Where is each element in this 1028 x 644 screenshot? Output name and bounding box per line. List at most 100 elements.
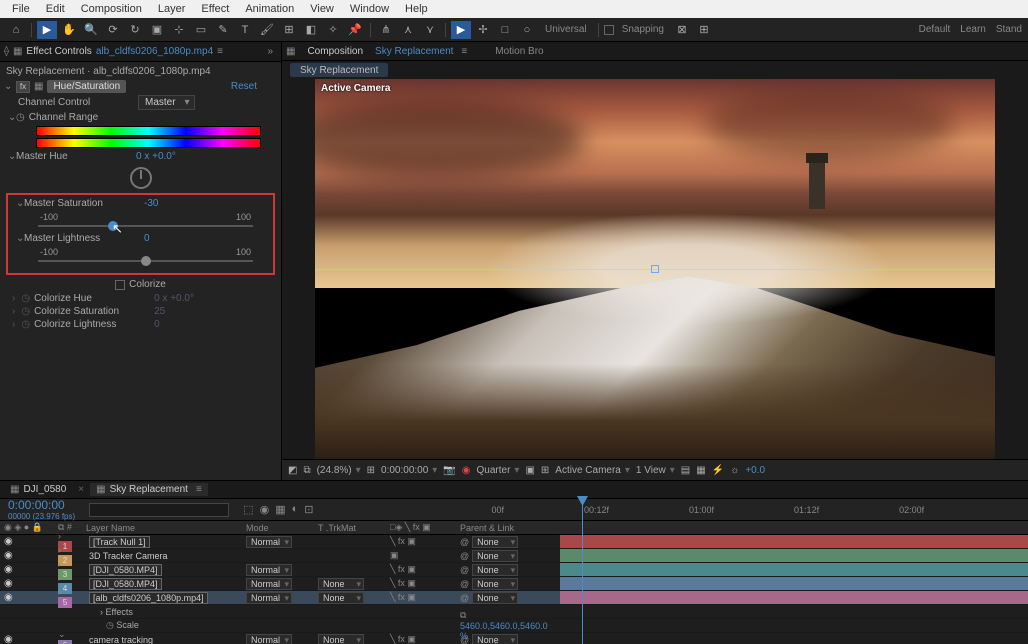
layer-switches[interactable]: ╲ fx ▣ — [390, 564, 452, 575]
timeline-ruler[interactable]: 00f 00:12f 01:00f 01:12f 02:00f — [481, 505, 1028, 515]
saturation-slider[interactable] — [38, 225, 253, 227]
layer-bar[interactable] — [560, 577, 1028, 590]
layer-name[interactable]: [DJI_0580.MP4] — [89, 578, 162, 590]
view-dropdown[interactable]: 1 View — [636, 465, 675, 476]
puppet-tool-icon[interactable]: 📌 — [345, 21, 365, 39]
parent-dropdown[interactable]: None — [472, 564, 518, 576]
rect-tool-icon[interactable]: ▭ — [191, 21, 211, 39]
layer-switches[interactable]: ╲ fx ▣ — [390, 592, 452, 603]
mode-tool-icon[interactable]: ▶ — [451, 21, 471, 39]
mode-dropdown[interactable]: Normal — [246, 536, 292, 548]
chain-icon[interactable]: ⧉ — [303, 465, 310, 476]
panel-grid-icon[interactable]: ▦ — [286, 46, 295, 57]
home-icon[interactable]: ⌂ — [6, 21, 26, 39]
box-tool-icon[interactable]: □ — [495, 21, 515, 39]
tl-icon-2[interactable]: ◉ — [260, 503, 270, 516]
zoom-dropdown[interactable]: (24.8%) — [317, 465, 361, 476]
parent-dropdown[interactable]: None — [472, 578, 518, 590]
pickwhip-icon[interactable]: @ — [460, 565, 469, 575]
tl-icon-1[interactable]: ⬚ — [243, 503, 253, 516]
selection-tool-icon[interactable]: ▶ — [37, 21, 57, 39]
playhead[interactable] — [582, 496, 583, 644]
layer-bar[interactable] — [560, 563, 1028, 576]
mode-dropdown[interactable]: Normal — [246, 564, 292, 576]
hand-tool-icon[interactable]: ✋ — [59, 21, 79, 39]
snapping-checkbox[interactable] — [604, 25, 614, 35]
res-full-icon[interactable]: ⊞ — [367, 465, 375, 476]
timeline-tab-sky[interactable]: ▦ Sky Replacement ≡ — [90, 483, 208, 496]
link-icon[interactable]: ⧉ — [460, 610, 466, 620]
draft-icon[interactable]: ▤ — [681, 465, 690, 476]
master-saturation-value[interactable]: -30 — [144, 198, 158, 209]
comp-breadcrumb[interactable]: Sky Replacement — [290, 63, 388, 77]
pickwhip-icon[interactable]: @ — [460, 579, 469, 589]
panel-lock-icon[interactable]: ⟠ — [4, 46, 9, 57]
snap-option-icon[interactable]: ⊠ — [672, 21, 692, 39]
layer-row[interactable]: ◉⌄6camera trackingNormalNone╲ fx ▣@None — [0, 633, 1028, 644]
col-parent[interactable]: Parent & Link — [456, 523, 556, 533]
master-lightness-collapse-icon[interactable]: ⌄ — [16, 233, 24, 244]
mode-dropdown[interactable]: Normal — [246, 634, 292, 644]
axis3-tool-icon[interactable]: ⋎ — [420, 21, 440, 39]
timeline-search-input[interactable] — [89, 503, 229, 517]
eye-icon[interactable]: ◉ — [4, 550, 13, 561]
orbit-tool-icon[interactable]: ⟳ — [103, 21, 123, 39]
fx-toggle-icon[interactable]: fx — [16, 81, 30, 93]
layer-bar[interactable] — [560, 591, 1028, 604]
eye-icon[interactable]: ◉ — [4, 536, 13, 547]
tab-menu-icon[interactable]: ≡ — [461, 46, 467, 57]
col-trkmat[interactable]: T .TrkMat — [314, 523, 386, 533]
pickwhip-icon[interactable]: @ — [460, 551, 469, 561]
effect-reset-link[interactable]: Reset — [231, 81, 257, 92]
circle-tool-icon[interactable]: ○ — [517, 21, 537, 39]
hue-gradient-bottom[interactable] — [36, 138, 261, 148]
time-display[interactable]: 0:00:00:00 — [381, 465, 437, 476]
menu-file[interactable]: File — [4, 3, 38, 15]
menu-view[interactable]: View — [302, 3, 342, 15]
parent-dropdown[interactable]: None — [472, 550, 518, 562]
parent-dropdown[interactable]: None — [472, 536, 518, 548]
layer-name[interactable]: [Track Null 1] — [89, 536, 150, 548]
panel-close-icon[interactable]: » — [263, 46, 277, 57]
pen-tool-icon[interactable]: ✎ — [213, 21, 233, 39]
saturation-slider-thumb[interactable] — [108, 221, 118, 231]
workspace-learn[interactable]: Learn — [960, 24, 986, 35]
hue-dial[interactable] — [130, 167, 152, 189]
master-hue-collapse-icon[interactable]: ⌄ — [8, 151, 16, 162]
tl-icon-4[interactable]: ◐ — [292, 503, 299, 516]
exposure-icon[interactable]: ☼ — [730, 465, 739, 476]
menu-window[interactable]: Window — [342, 3, 397, 15]
layer-name[interactable]: [DJI_0580.MP4] — [89, 564, 162, 576]
pickwhip-icon[interactable]: @ — [460, 537, 469, 547]
master-lightness-value[interactable]: 0 — [144, 233, 150, 244]
workspace-standard[interactable]: Stand — [996, 24, 1022, 35]
eye-icon[interactable]: ◉ — [4, 634, 13, 644]
grid-icon[interactable]: ⊞ — [541, 465, 549, 476]
channel-range-collapse-icon[interactable]: ⌄ — [8, 112, 16, 123]
timeline-tab-dji[interactable]: ▦ DJI_0580 — [4, 483, 72, 496]
hue-gradient-top[interactable] — [36, 126, 261, 136]
stamp-tool-icon[interactable]: ⊞ — [279, 21, 299, 39]
snap-option2-icon[interactable]: ⊞ — [694, 21, 714, 39]
composition-viewer[interactable]: Active Camera — [282, 79, 1028, 459]
col-layer-name[interactable]: Layer Name — [82, 523, 242, 533]
pickwhip-icon[interactable]: @ — [460, 593, 469, 603]
menu-animation[interactable]: Animation — [237, 3, 302, 15]
stopwatch-icon[interactable]: ◷ — [16, 112, 25, 123]
channel-control-dropdown[interactable]: Master — [138, 95, 195, 110]
menu-edit[interactable]: Edit — [38, 3, 73, 15]
menu-composition[interactable]: Composition — [73, 3, 150, 15]
rotate-tool-icon[interactable]: ↻ — [125, 21, 145, 39]
fast-icon[interactable]: ⚡ — [712, 465, 724, 476]
master-saturation-collapse-icon[interactable]: ⌄ — [16, 198, 24, 209]
menu-layer[interactable]: Layer — [150, 3, 194, 15]
menu-help[interactable]: Help — [397, 3, 436, 15]
layer-bar[interactable] — [560, 549, 1028, 562]
resolution-dropdown[interactable]: Quarter — [477, 465, 520, 476]
effect-collapse-icon[interactable]: ⌄ — [4, 81, 12, 92]
tab-menu-icon[interactable]: ≡ — [217, 46, 223, 57]
type-tool-icon[interactable]: T — [235, 21, 255, 39]
alpha-icon[interactable]: ◩ — [288, 465, 297, 476]
eye-icon[interactable]: ◉ — [4, 564, 13, 575]
snapshot-icon[interactable]: 📷 — [443, 465, 455, 476]
